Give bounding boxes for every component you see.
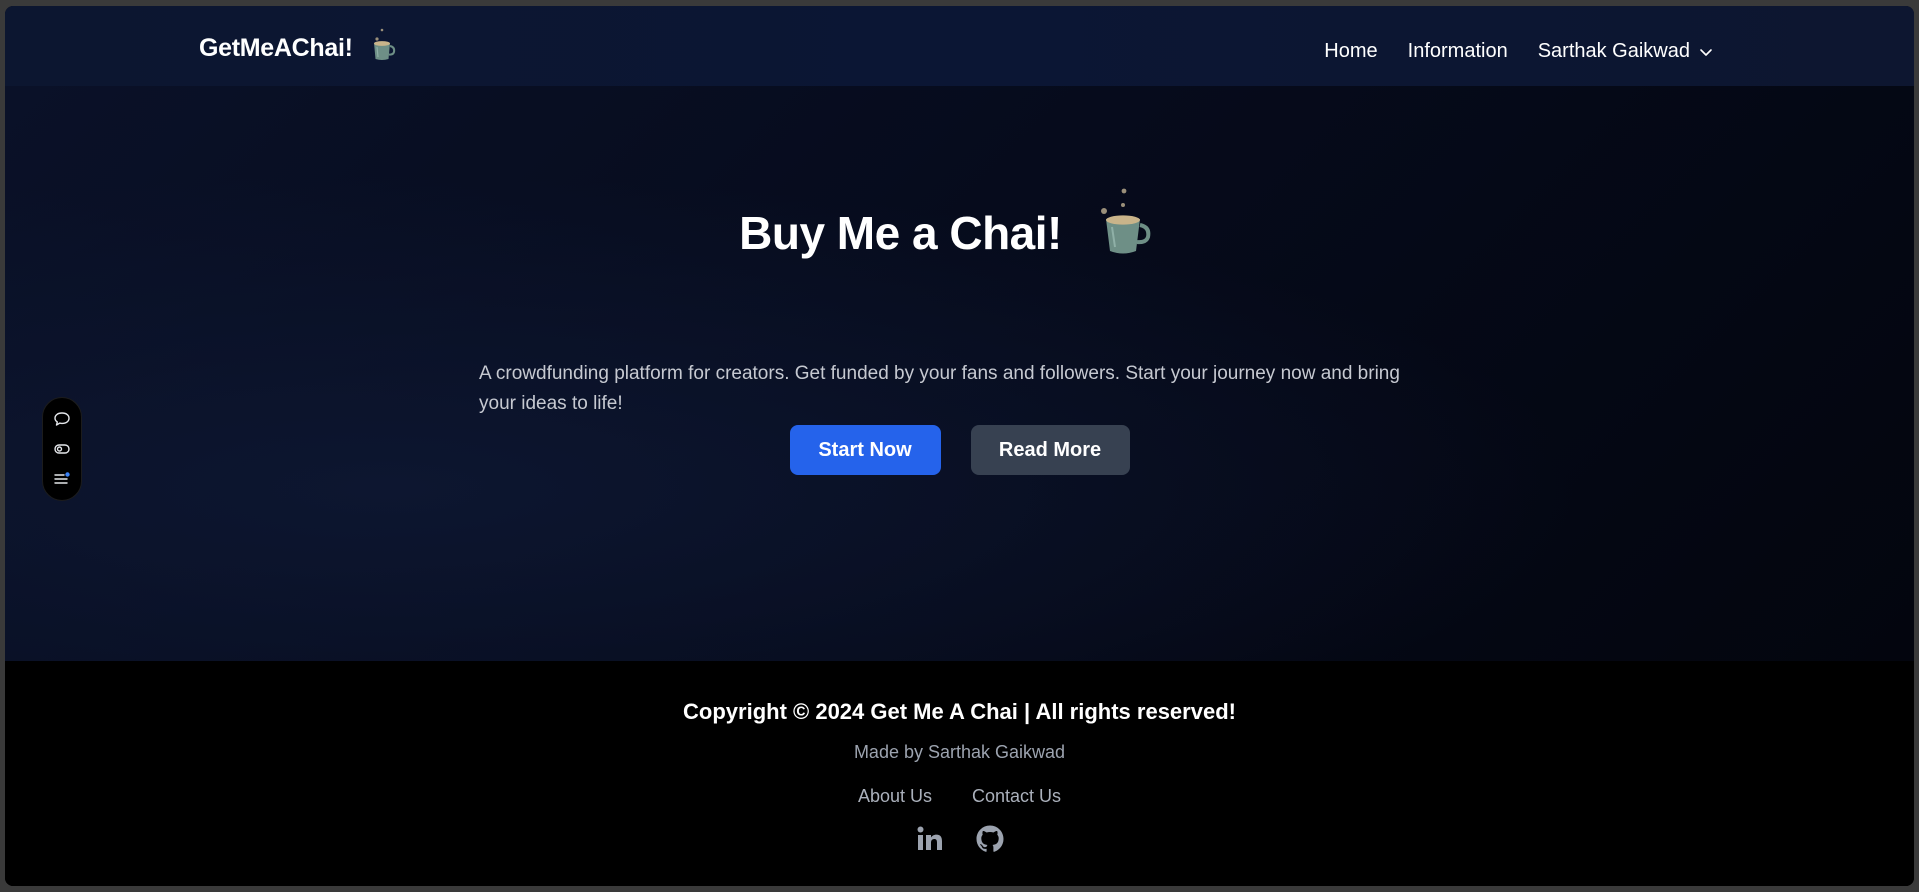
linkedin-icon[interactable] bbox=[915, 824, 945, 854]
start-now-button[interactable]: Start Now bbox=[789, 425, 941, 475]
brand-name: GetMeAChai! bbox=[199, 34, 353, 62]
about-us-link[interactable]: About Us bbox=[858, 786, 932, 807]
footer: Copyright © 2024 Get Me A Chai | All rig… bbox=[5, 661, 1914, 886]
footer-links: About Us Contact Us bbox=[5, 786, 1914, 807]
chat-bubble-icon[interactable] bbox=[53, 410, 71, 428]
read-more-button[interactable]: Read More bbox=[970, 425, 1130, 475]
hero-description: A crowdfunding platform for creators. Ge… bbox=[479, 363, 1400, 414]
toggle-icon[interactable] bbox=[53, 440, 71, 458]
hero-title-row: Buy Me a Chai! bbox=[5, 188, 1914, 260]
user-menu-dropdown[interactable]: Sarthak Gaikwad bbox=[1538, 40, 1714, 63]
list-icon[interactable] bbox=[53, 470, 71, 488]
nav-information-link[interactable]: Information bbox=[1408, 40, 1508, 63]
hero-buttons: Start Now Read More bbox=[5, 425, 1914, 475]
top-navbar: GetMeAChai! Home Information Sarthak Gai… bbox=[5, 6, 1914, 86]
brand-logo[interactable]: GetMeAChai! bbox=[199, 28, 397, 63]
chevron-down-icon bbox=[1700, 48, 1712, 56]
footer-made-by: Made by Sarthak Gaikwad bbox=[853, 742, 1066, 762]
chai-cup-icon bbox=[373, 28, 395, 60]
user-name: Sarthak Gaikwad bbox=[1537, 40, 1690, 62]
floating-toolbar bbox=[42, 397, 82, 501]
contact-us-link[interactable]: Contact Us bbox=[972, 786, 1061, 807]
browser-viewport: GetMeAChai! Home Information Sarthak Gai… bbox=[5, 6, 1914, 886]
chai-cup-icon bbox=[1100, 188, 1151, 254]
hero-section: Buy Me a Chai! A crowdfunding platform f… bbox=[5, 86, 1914, 661]
nav-links: Home Information Sarthak Gaikwad bbox=[1324, 40, 1714, 63]
footer-copyright: Copyright © 2024 Get Me A Chai | All rig… bbox=[683, 699, 1236, 724]
nav-home-link[interactable]: Home bbox=[1324, 40, 1377, 63]
social-links bbox=[5, 824, 1914, 854]
github-icon[interactable] bbox=[975, 824, 1005, 854]
hero-title: Buy Me a Chai! bbox=[739, 207, 1062, 259]
